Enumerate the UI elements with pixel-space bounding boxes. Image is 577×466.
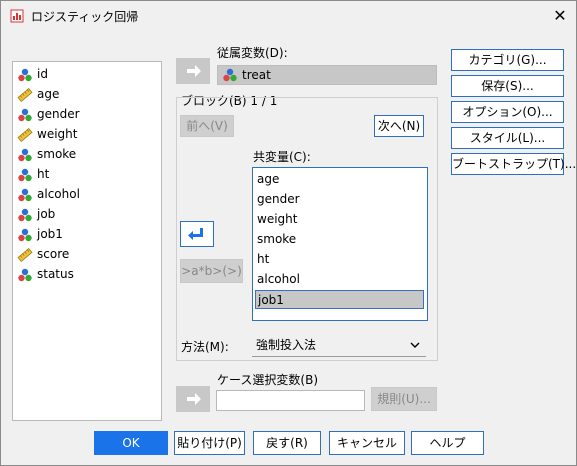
arrow-right-icon [187, 65, 201, 77]
variable-item[interactable]: age [17, 84, 59, 104]
variable-name: job1 [37, 227, 63, 241]
move-to-dependent-button[interactable] [176, 58, 210, 84]
variable-list[interactable]: id age gender weight smoke ht alcohol job job1 sc… [12, 61, 162, 421]
nominal-icon [18, 208, 32, 221]
covariates-label: 共変量(C): [253, 150, 311, 164]
nominal-icon [18, 228, 32, 241]
covariates-list[interactable]: age gender weight smoke ht alcohol job1 [252, 167, 428, 321]
window-title: ロジスティック回帰 [31, 10, 139, 24]
nominal-icon [223, 68, 237, 82]
arrow-right-icon [187, 393, 201, 405]
covariate-item[interactable]: age [255, 170, 424, 189]
variable-item[interactable]: ht [17, 164, 49, 184]
selection-variable-field[interactable] [216, 390, 365, 411]
style-button[interactable]: スタイル(L)... [451, 127, 564, 149]
variable-item[interactable]: smoke [17, 144, 76, 164]
method-select[interactable]: 強制投入法 [252, 334, 426, 357]
variable-item[interactable]: job1 [17, 224, 63, 244]
covariate-item[interactable]: smoke [255, 230, 424, 249]
variable-name: status [37, 267, 74, 281]
variable-name: age [37, 87, 60, 101]
chevron-down-icon [410, 342, 420, 348]
help-button[interactable]: ヘルプ [411, 431, 484, 455]
categorical-button[interactable]: カテゴリ(G)... [451, 49, 564, 71]
variable-name: id [37, 67, 48, 81]
options-button[interactable]: オプション(O)... [451, 101, 564, 123]
move-to-covariates-button[interactable] [180, 221, 214, 247]
covariate-item[interactable]: alcohol [255, 270, 424, 289]
variable-item[interactable]: job [17, 204, 55, 224]
ok-button[interactable]: OK [94, 431, 168, 455]
variable-item[interactable]: weight [17, 124, 77, 144]
variable-name: smoke [37, 147, 77, 161]
variable-item[interactable]: alcohol [17, 184, 80, 204]
logistic-regression-dialog: ロジスティック回帰 ✕ id age gender weight smoke ht alco… [0, 0, 577, 466]
nominal-icon [18, 268, 32, 281]
dependent-label: 従属変数(D): [217, 46, 288, 60]
dependent-value: treat [242, 68, 271, 82]
bootstrap-button[interactable]: ブートストラップ(T)... [451, 153, 576, 175]
variable-name: alcohol [37, 187, 80, 201]
cancel-button[interactable]: キャンセル [329, 431, 405, 455]
nominal-icon [18, 108, 32, 121]
nominal-icon [18, 188, 32, 201]
nominal-icon [18, 148, 32, 161]
variable-name: job [37, 207, 56, 221]
arrow-left-return-icon [188, 228, 203, 240]
variable-item[interactable]: score [17, 244, 69, 264]
next-block-button[interactable]: 次へ(N) [374, 115, 424, 137]
app-icon [10, 9, 24, 23]
previous-block-button[interactable]: 前へ(V) [180, 115, 234, 137]
title-bar: ロジスティック回帰 ✕ [1, 1, 576, 31]
scale-icon [17, 247, 33, 262]
reset-button[interactable]: 戻す(R) [253, 431, 321, 455]
move-to-selection-button[interactable] [176, 386, 210, 412]
variable-name: score [37, 247, 70, 261]
nominal-icon [18, 68, 32, 81]
selection-variable-label: ケース選択変数(B) [217, 373, 318, 387]
covariate-item[interactable]: job1 [255, 290, 424, 309]
paste-button[interactable]: 貼り付け(P) [174, 431, 245, 455]
variable-name: gender [37, 107, 80, 121]
scale-icon [17, 127, 33, 142]
interaction-button[interactable]: >a*b>(>) [180, 259, 243, 283]
variable-name: weight [37, 127, 78, 141]
variable-name: ht [37, 167, 50, 181]
variable-item[interactable]: id [17, 64, 48, 84]
close-icon: ✕ [553, 6, 567, 25]
rule-button[interactable]: 規則(U)... [371, 387, 437, 411]
covariate-item[interactable]: ht [255, 250, 424, 269]
dependent-field[interactable]: treat [217, 65, 437, 85]
close-button[interactable]: ✕ [546, 3, 574, 29]
method-label: 方法(M): [181, 340, 229, 354]
save-button[interactable]: 保存(S)... [451, 75, 564, 97]
covariate-item[interactable]: weight [255, 210, 424, 229]
variable-item[interactable]: gender [17, 104, 80, 124]
nominal-icon [18, 168, 32, 181]
scale-icon [17, 87, 33, 102]
method-value: 強制投入法 [256, 338, 317, 352]
variable-item[interactable]: status [17, 264, 74, 284]
covariate-item[interactable]: gender [255, 190, 424, 209]
